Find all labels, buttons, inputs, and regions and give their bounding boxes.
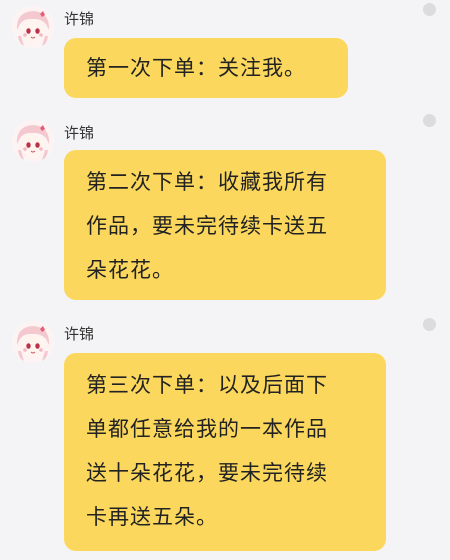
message-text-line: 第三次下单：以及后面下 bbox=[86, 373, 328, 397]
sender-name: 许锦 bbox=[64, 124, 95, 142]
anime-girl-avatar-icon bbox=[12, 6, 54, 48]
message-bubble[interactable]: 第一次下单：关注我。 bbox=[64, 38, 348, 98]
sender-name: 许锦 bbox=[64, 10, 95, 28]
chat-message-1: 许锦 第一次下单：关注我。 bbox=[0, 0, 450, 110]
message-bubble[interactable]: 第二次下单：收藏我所有 作品，要未完待续卡送五 朵花花。 bbox=[64, 150, 386, 300]
status-dot-icon bbox=[423, 318, 436, 331]
anime-girl-avatar-icon bbox=[12, 120, 54, 162]
anime-girl-avatar-icon bbox=[12, 321, 54, 363]
message-text-line: 朵花花。 bbox=[86, 258, 174, 282]
chat-message-2: 许锦 第二次下单：收藏我所有 作品，要未完待续卡送五 朵花花。 bbox=[0, 110, 450, 310]
sender-name: 许锦 bbox=[64, 325, 95, 343]
message-text-line: 送十朵花花，要未完待续 bbox=[86, 461, 328, 485]
sender-avatar[interactable] bbox=[12, 120, 54, 162]
message-text-line: 卡再送五朵。 bbox=[86, 505, 218, 529]
sender-avatar[interactable] bbox=[12, 321, 54, 363]
message-text-line: 作品，要未完待续卡送五 bbox=[86, 214, 328, 238]
sender-avatar[interactable] bbox=[12, 6, 54, 48]
message-text-line: 单都任意给我的一本作品 bbox=[86, 417, 328, 441]
chat-message-3: 许锦 第三次下单：以及后面下 单都任意给我的一本作品 送十朵花花，要未完待续 卡… bbox=[0, 315, 450, 560]
message-bubble[interactable]: 第三次下单：以及后面下 单都任意给我的一本作品 送十朵花花，要未完待续 卡再送五… bbox=[64, 353, 386, 551]
message-text-line: 第一次下单：关注我。 bbox=[86, 56, 306, 80]
status-dot-icon bbox=[423, 3, 436, 16]
status-dot-icon bbox=[423, 114, 436, 127]
message-text-line: 第二次下单：收藏我所有 bbox=[86, 170, 328, 194]
chat-thread: 许锦 第一次下单：关注我。 许锦 第二次下单：收藏我所有 作品，要未完待续卡送五… bbox=[0, 0, 450, 560]
